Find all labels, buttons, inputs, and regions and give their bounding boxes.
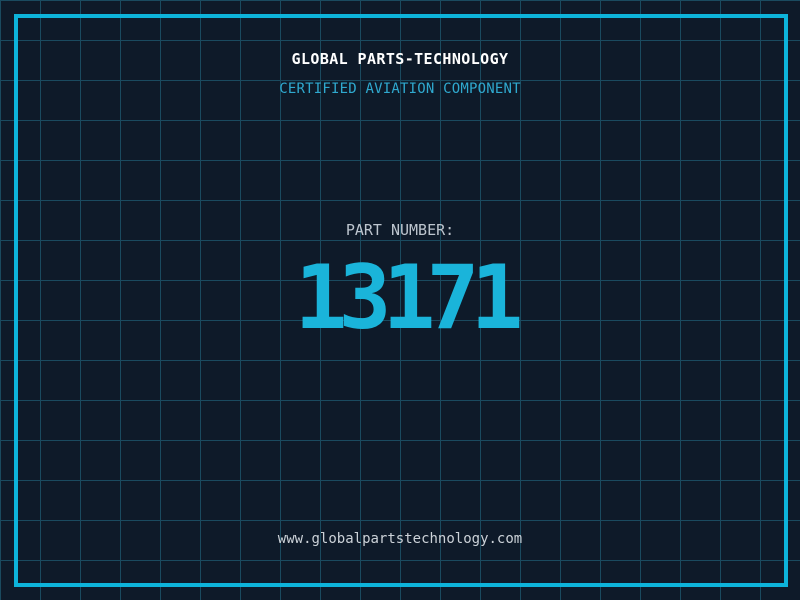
- website-url: www.globalpartstechnology.com: [277, 531, 523, 547]
- certificate-page: { "colors": { "background": "#0e1a29", "…: [0, 0, 800, 600]
- company-title: GLOBAL PARTS-TECHNOLOGY: [291, 50, 509, 68]
- part-number-label: PART NUMBER:: [345, 221, 455, 239]
- certification-subtitle: CERTIFIED AVIATION COMPONENT: [279, 81, 521, 97]
- part-number-value: 13171: [294, 246, 524, 349]
